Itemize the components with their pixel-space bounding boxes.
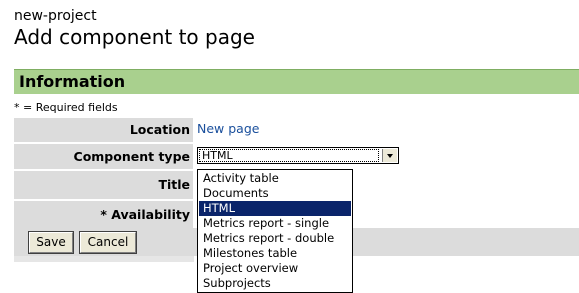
dropdown-option[interactable]: Subprojects — [199, 276, 351, 291]
dropdown-option[interactable]: Activity table — [199, 171, 351, 186]
component-type-label: Component type — [14, 144, 193, 169]
component-type-options-list[interactable]: Activity table Documents HTML Metrics re… — [197, 169, 353, 293]
page-title: Add component to page — [14, 25, 255, 49]
dropdown-option[interactable]: Documents — [199, 186, 351, 201]
footer-strip — [14, 256, 194, 262]
dropdown-option-selected[interactable]: HTML — [199, 201, 351, 216]
component-type-selected-value: HTML — [199, 149, 379, 162]
component-type-select[interactable]: HTML — [197, 147, 399, 164]
section-title: Information — [19, 72, 126, 91]
location-label: Location — [14, 118, 193, 142]
title-label: Title — [14, 171, 193, 199]
dropdown-button[interactable] — [382, 149, 397, 162]
project-name: new-project — [14, 8, 97, 24]
information-section-header: Information — [14, 69, 579, 94]
location-link[interactable]: New page — [197, 121, 259, 136]
dropdown-option[interactable]: Metrics report - double — [199, 231, 351, 246]
cancel-button[interactable]: Cancel — [79, 231, 137, 254]
chevron-down-icon — [387, 154, 393, 158]
dropdown-option[interactable]: Milestones table — [199, 246, 351, 261]
required-fields-note: * = Required fields — [14, 101, 118, 114]
dropdown-option[interactable]: Metrics report - single — [199, 216, 351, 231]
availability-label: * Availability — [14, 201, 193, 228]
dropdown-option[interactable]: Project overview — [199, 261, 351, 276]
save-button[interactable]: Save — [28, 231, 74, 254]
